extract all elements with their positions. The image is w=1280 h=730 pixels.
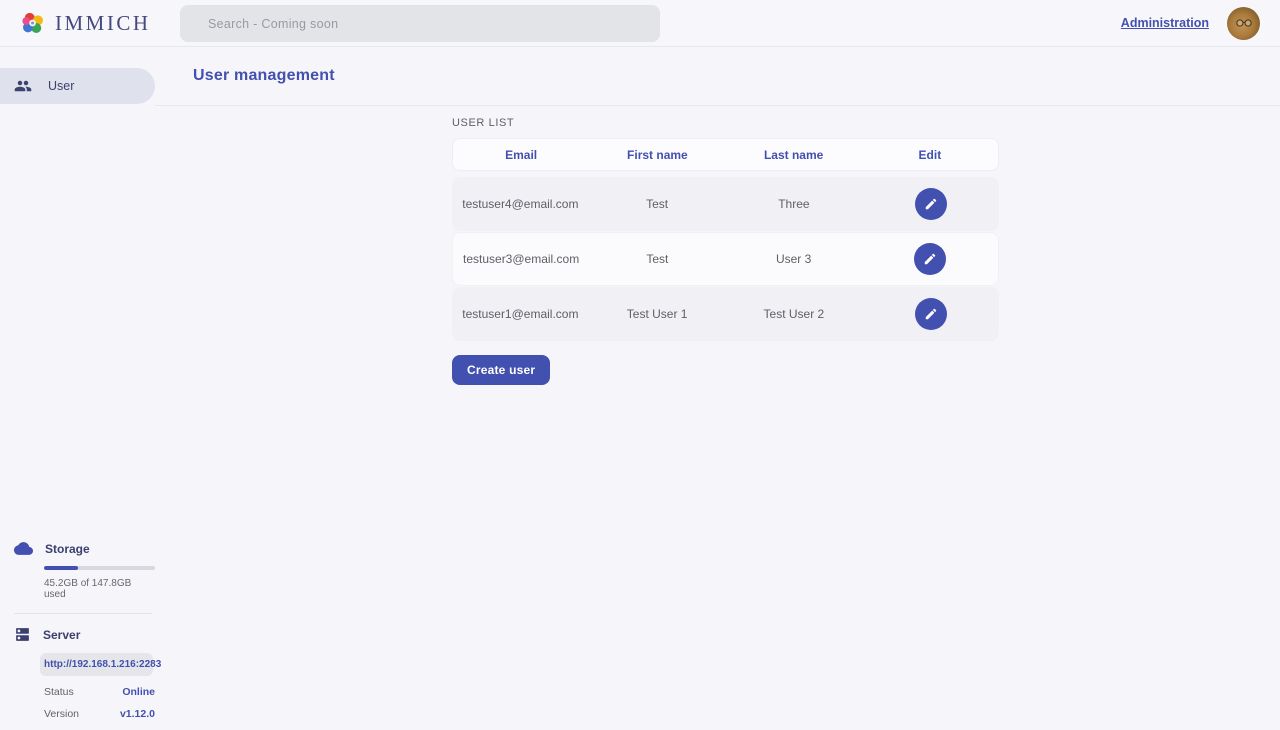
app-name: IMMICH <box>55 11 151 36</box>
top-bar: IMMICH Administration <box>0 0 1280 47</box>
server-title: Server <box>43 628 80 642</box>
col-header-edit: Edit <box>862 148 998 162</box>
edit-user-button[interactable] <box>915 298 947 330</box>
dns-server-icon <box>14 626 31 643</box>
col-header-email: Email <box>453 148 589 162</box>
cell-email: testuser3@email.com <box>453 252 589 266</box>
pencil-icon <box>923 252 937 266</box>
version-value: v1.12.0 <box>120 708 155 720</box>
table-header-row: Email First name Last name Edit <box>452 138 999 171</box>
pencil-icon <box>924 307 938 321</box>
edit-user-button[interactable] <box>915 188 947 220</box>
storage-usage-text: 45.2GB of 147.8GB used <box>44 578 155 600</box>
user-avatar[interactable] <box>1227 7 1260 40</box>
cell-last-name: Three <box>726 197 863 211</box>
search-input[interactable] <box>180 5 660 42</box>
cell-first-name: Test <box>589 252 725 266</box>
main-panel: User management USER LIST Email First na… <box>155 47 1280 730</box>
status-value: Online <box>122 686 155 698</box>
server-status-row: Status Online <box>44 686 155 698</box>
edit-user-button[interactable] <box>914 243 946 275</box>
admin-sidebar: User Storage 45.2GB of 147.8GB used Serv… <box>0 47 155 730</box>
storage-progress-fill <box>44 566 78 570</box>
cell-email: testuser1@email.com <box>452 307 589 321</box>
user-table: Email First name Last name Edit testuser… <box>452 138 999 341</box>
cell-first-name: Test <box>589 197 726 211</box>
pencil-icon <box>924 197 938 211</box>
app-logo[interactable]: IMMICH <box>20 10 151 36</box>
status-label: Status <box>44 686 74 698</box>
sidebar-divider <box>14 613 152 614</box>
people-icon <box>14 77 32 95</box>
table-row: testuser4@email.com Test Three <box>452 177 999 231</box>
storage-progress-bar <box>44 566 155 570</box>
cell-last-name: Test User 2 <box>726 307 863 321</box>
cell-first-name: Test User 1 <box>589 307 726 321</box>
sidebar-item-label: User <box>48 79 74 93</box>
page-title-bar: User management <box>155 47 1280 106</box>
col-header-last-name: Last name <box>726 148 862 162</box>
page-title: User management <box>193 67 335 85</box>
cloud-icon <box>14 539 33 558</box>
storage-title: Storage <box>45 542 90 556</box>
table-row: testuser3@email.com Test User 3 <box>452 232 999 286</box>
table-row: testuser1@email.com Test User 1 Test Use… <box>452 287 999 341</box>
sidebar-item-user[interactable]: User <box>0 68 155 104</box>
version-label: Version <box>44 708 79 720</box>
immich-flower-logo-icon <box>20 10 46 36</box>
col-header-first-name: First name <box>589 148 725 162</box>
sidebar-footer: Storage 45.2GB of 147.8GB used Server ht… <box>0 539 155 720</box>
administration-link[interactable]: Administration <box>1121 16 1209 30</box>
cell-last-name: User 3 <box>726 252 862 266</box>
glasses-photo <box>1233 12 1255 34</box>
server-url-chip: http://192.168.1.216:2283 <box>40 653 153 676</box>
cell-email: testuser4@email.com <box>452 197 589 211</box>
server-version-row: Version v1.12.0 <box>44 708 155 720</box>
create-user-button[interactable]: Create user <box>452 355 550 385</box>
user-list-label: USER LIST <box>452 117 1280 129</box>
